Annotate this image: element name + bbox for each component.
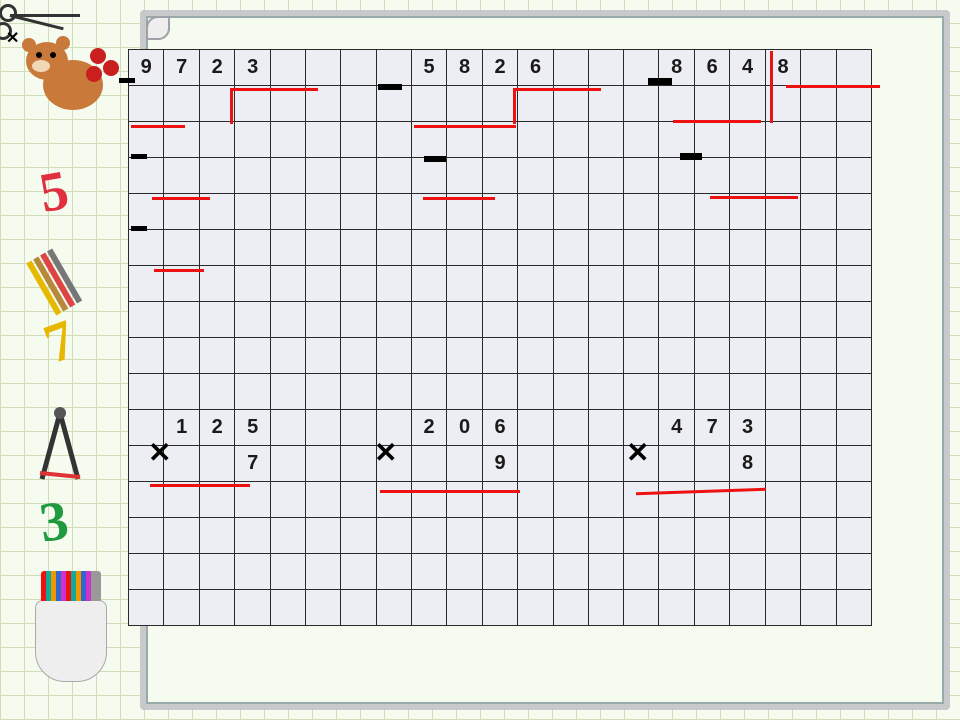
cell-mul1-a2: 5 — [235, 410, 270, 446]
cell-mul2-b: 9 — [482, 446, 517, 482]
bear-icon — [28, 40, 118, 120]
cell-div2-d2: 2 — [482, 50, 517, 86]
scissor-decoration: ✕ — [0, 0, 86, 20]
div2-quotient-vert — [513, 88, 516, 124]
div3-quotient-vert — [770, 51, 773, 123]
mul2-times-icon: ✕ — [374, 436, 397, 470]
div3-minus-1 — [648, 78, 672, 85]
cell-mul2-a1: 0 — [447, 410, 482, 446]
div2-line-b — [423, 197, 495, 200]
div3-line-b — [710, 196, 798, 199]
digit-5-icon: 5 — [35, 158, 74, 226]
cell-div1-d1: 7 — [164, 50, 199, 86]
cell-mul2-a2: 6 — [482, 410, 517, 446]
pencils-icon — [25, 224, 124, 316]
div2-quotient-line — [513, 88, 601, 91]
mul2-line — [380, 490, 520, 493]
cell-div1-d2: 2 — [199, 50, 234, 86]
div1-quotient-vert — [230, 88, 233, 124]
mul3-times-icon: ✕ — [626, 436, 649, 470]
cell-mul1-b: 7 — [235, 446, 270, 482]
div1-quotient-line — [230, 88, 318, 91]
cell-div2-d1: 8 — [447, 50, 482, 86]
div3-line-a — [673, 120, 761, 123]
div2-minus-2 — [424, 156, 446, 162]
cell-mul3-a0: 4 — [659, 410, 694, 446]
compass-icon — [30, 405, 90, 485]
mul1-times-icon: ✕ — [148, 436, 171, 470]
cell-div2-d3: 6 — [518, 50, 553, 86]
digit-7-icon: 7 — [36, 307, 84, 377]
div1-minus-1 — [119, 78, 135, 83]
pencil-cup-icon — [35, 600, 107, 682]
div1-minus-2 — [131, 154, 147, 159]
div1-minus-3 — [131, 226, 147, 231]
sidebar-decorations: 5 7 3 — [0, 0, 140, 720]
div3-minus-2 — [680, 153, 702, 160]
div1-line-c — [154, 269, 204, 272]
mul1-line — [150, 484, 250, 487]
div2-line-a — [414, 125, 516, 128]
cell-mul3-a1: 7 — [694, 410, 729, 446]
digit-3-icon: 3 — [36, 488, 73, 555]
math-grid: 9 7 2 3 5 8 2 6 8 6 4 8 1 2 5 2 0 6 4 7 … — [128, 49, 872, 626]
cell-mul2-a0: 2 — [411, 410, 446, 446]
cell-mul3-b: 8 — [730, 446, 765, 482]
div1-line-a — [131, 125, 185, 128]
cell-mul1-a1: 2 — [199, 410, 234, 446]
cell-div1-d3: 3 — [235, 50, 270, 86]
div2-minus-1 — [378, 84, 402, 90]
cell-div2-d0: 5 — [411, 50, 446, 86]
div3-quotient-line — [786, 85, 880, 88]
div1-line-b — [152, 197, 210, 200]
cell-mul3-a2: 3 — [730, 410, 765, 446]
cell-div3-d1: 6 — [694, 50, 729, 86]
cell-div3-d2: 4 — [730, 50, 765, 86]
